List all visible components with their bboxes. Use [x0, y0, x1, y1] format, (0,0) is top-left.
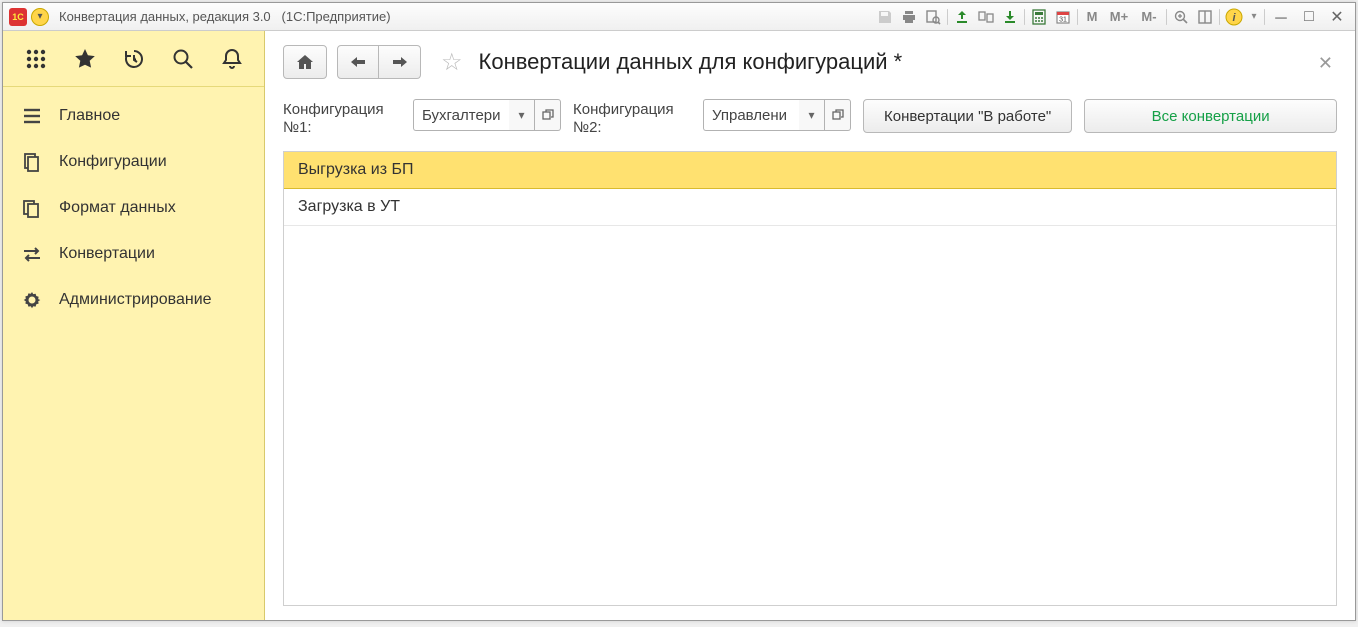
- sidebar-item-dataformat[interactable]: Формат данных: [3, 185, 264, 231]
- platform-suffix: (1С:Предприятие): [282, 9, 391, 24]
- config1-input[interactable]: [413, 99, 509, 131]
- history-icon[interactable]: [114, 39, 154, 79]
- favorites-star-icon[interactable]: [65, 39, 105, 79]
- forward-button[interactable]: [379, 45, 421, 79]
- preview-icon[interactable]: [923, 7, 943, 27]
- window-title: Конвертация данных, редакция 3.0 (1С:Пре…: [59, 9, 391, 24]
- zoom-icon[interactable]: [1171, 7, 1191, 27]
- upload-icon[interactable]: [952, 7, 972, 27]
- home-button[interactable]: [283, 45, 327, 79]
- separator: [947, 9, 948, 25]
- all-conversions-button[interactable]: Все конвертации: [1084, 99, 1337, 133]
- calendar-icon[interactable]: 31: [1053, 7, 1073, 27]
- config1-dropdown-icon[interactable]: ▾: [509, 99, 535, 131]
- nav-buttons: [337, 45, 421, 79]
- filters-row: Конфигурация №1: ▾ Конфигурация №2: ▾: [283, 99, 1337, 137]
- app-body: Главное Конфигурации Формат данных: [3, 31, 1355, 620]
- search-icon[interactable]: [163, 39, 203, 79]
- close-window-icon[interactable]: ✕: [1325, 7, 1349, 27]
- sidebar-item-administration[interactable]: Администрирование: [3, 277, 264, 323]
- config2-input[interactable]: [703, 99, 799, 131]
- separator: [1024, 9, 1025, 25]
- sidebar: Главное Конфигурации Формат данных: [3, 31, 265, 620]
- compare-icon[interactable]: [976, 7, 996, 27]
- svg-text:31: 31: [1059, 16, 1067, 23]
- titlebar-icons: 31 М М+ М- i ▾ － □ ✕: [875, 7, 1349, 27]
- print-icon[interactable]: [899, 7, 919, 27]
- config2-open-icon[interactable]: [825, 99, 851, 131]
- gear-icon: [21, 289, 43, 311]
- configs-icon: [21, 151, 43, 173]
- minimize-icon[interactable]: －: [1269, 7, 1293, 27]
- in-work-button[interactable]: Конвертации "В работе": [863, 99, 1072, 133]
- sidebar-item-label: Главное: [59, 107, 120, 125]
- config1-label: Конфигурация №1:: [283, 99, 401, 137]
- sidebar-nav: Главное Конфигурации Формат данных: [3, 87, 264, 329]
- sidebar-item-label: Администрирование: [59, 291, 212, 309]
- panels-icon[interactable]: [1195, 7, 1215, 27]
- notifications-bell-icon[interactable]: [212, 39, 252, 79]
- separator: [1077, 9, 1078, 25]
- menu-lines-icon: [21, 105, 43, 127]
- main-content: ✕ ☆ Конвертации данных для конфигураций …: [265, 31, 1355, 620]
- app-title-text: Конвертация данных, редакция 3.0: [59, 9, 271, 24]
- app-logo: 1C: [9, 8, 27, 26]
- titlebar-dropdown[interactable]: ▾: [31, 8, 49, 26]
- conversions-arrows-icon: [21, 243, 43, 265]
- sidebar-item-label: Конвертации: [59, 245, 155, 263]
- conversions-list: Выгрузка из БП Загрузка в УТ: [283, 151, 1337, 606]
- page-toolbar: ☆ Конвертации данных для конфигураций *: [283, 45, 1337, 79]
- maximize-icon[interactable]: □: [1297, 7, 1321, 27]
- sidebar-item-main[interactable]: Главное: [3, 93, 264, 139]
- sidebar-item-label: Формат данных: [59, 199, 176, 217]
- list-item-label: Загрузка в УТ: [298, 198, 400, 216]
- calculator-icon[interactable]: [1029, 7, 1049, 27]
- config2-label: Конфигурация №2:: [573, 99, 691, 137]
- list-item[interactable]: Выгрузка из БП: [283, 151, 1337, 189]
- separator: [1264, 9, 1265, 25]
- info-dropdown-icon[interactable]: ▾: [1248, 7, 1260, 27]
- sidebar-item-conversions[interactable]: Конвертации: [3, 231, 264, 277]
- favorite-star-icon[interactable]: ☆: [441, 48, 463, 77]
- info-icon[interactable]: i: [1224, 7, 1244, 27]
- sidebar-item-label: Конфигурации: [59, 153, 167, 171]
- memory-mminus-icon[interactable]: М-: [1136, 7, 1162, 27]
- memory-m-icon[interactable]: М: [1082, 7, 1102, 27]
- config1-select: ▾: [413, 99, 561, 131]
- separator: [1219, 9, 1220, 25]
- page-title: Конвертации данных для конфигураций *: [479, 49, 903, 75]
- config1-open-icon[interactable]: [535, 99, 561, 131]
- config2-dropdown-icon[interactable]: ▾: [799, 99, 825, 131]
- save-icon[interactable]: [875, 7, 895, 27]
- dataformat-icon: [21, 197, 43, 219]
- config2-select: ▾: [703, 99, 851, 131]
- sidebar-top-icons: [3, 31, 264, 87]
- list-item-label: Выгрузка из БП: [298, 161, 413, 179]
- close-page-icon[interactable]: ✕: [1318, 53, 1333, 74]
- memory-mplus-icon[interactable]: М+: [1106, 7, 1132, 27]
- apps-grid-icon[interactable]: [16, 39, 56, 79]
- list-item[interactable]: Загрузка в УТ: [284, 188, 1336, 226]
- separator: [1166, 9, 1167, 25]
- back-button[interactable]: [337, 45, 379, 79]
- sidebar-item-configurations[interactable]: Конфигурации: [3, 139, 264, 185]
- titlebar: 1C ▾ Конвертация данных, редакция 3.0 (1…: [3, 3, 1355, 31]
- download-icon[interactable]: [1000, 7, 1020, 27]
- app-window: 1C ▾ Конвертация данных, редакция 3.0 (1…: [2, 2, 1356, 621]
